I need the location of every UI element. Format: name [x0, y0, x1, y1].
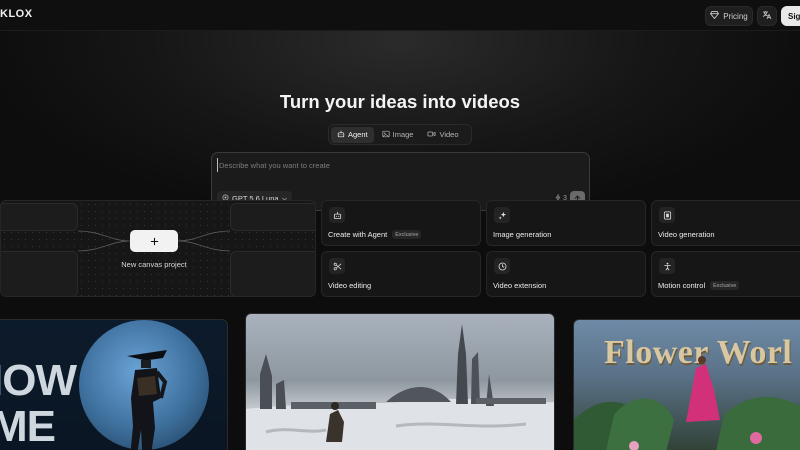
diamond-icon	[710, 11, 720, 21]
action-label: Video generation	[658, 230, 715, 239]
robot-icon	[337, 130, 345, 140]
action-video-generation[interactable]: Video generation	[651, 200, 800, 246]
new-canvas-button[interactable]	[130, 230, 178, 252]
action-title: Image generation	[493, 230, 552, 239]
clock-icon	[494, 258, 510, 274]
action-title: Video editing	[328, 281, 372, 290]
tab-image-label: Image	[392, 130, 414, 139]
action-title: Video extension	[493, 281, 547, 290]
exclusive-badge: Exclusive	[710, 281, 740, 290]
action-label: Video editing	[328, 281, 371, 290]
robot-icon	[329, 207, 345, 223]
pricing-label: Pricing	[723, 11, 748, 21]
page-title: Turn your ideas into videos	[279, 91, 521, 112]
flower-world-image	[574, 356, 800, 450]
action-label: Image generation	[493, 230, 551, 239]
pricing-button[interactable]: Pricing	[705, 6, 753, 26]
video-icon	[427, 130, 436, 140]
mode-tabs: Agent Image Video	[328, 124, 472, 145]
showcase-card[interactable]: Flower Worl	[573, 319, 800, 450]
winter-ruins-image	[246, 324, 554, 450]
action-title: Create with Agent	[328, 230, 388, 239]
sign-in-button[interactable]: Sig	[781, 6, 800, 26]
showcase-card[interactable]: IOWME	[0, 319, 228, 450]
exclusive-badge: Exclusive	[392, 230, 422, 239]
language-button[interactable]	[757, 6, 777, 26]
person-icon	[659, 258, 675, 274]
translate-icon	[762, 7, 772, 25]
tab-agent-label: Agent	[348, 130, 368, 139]
new-canvas-label: New canvas project	[121, 260, 187, 269]
cowboy-figure-image	[127, 350, 168, 450]
top-bar: KLOX Pricing Sig	[0, 0, 800, 31]
hero-section: Turn your ideas into videos Agent Image …	[0, 31, 800, 211]
action-video-editing[interactable]: Video editing	[321, 251, 481, 297]
action-video-extension[interactable]: Video extension	[486, 251, 646, 297]
new-canvas-card[interactable]: New canvas project	[0, 200, 316, 297]
action-label: Motion control Exclusive	[658, 281, 740, 290]
plus-icon	[150, 233, 159, 250]
action-title: Video generation	[658, 230, 715, 239]
tab-image[interactable]: Image	[376, 127, 420, 143]
tab-agent[interactable]: Agent	[331, 126, 374, 143]
film-icon	[659, 207, 675, 223]
showcase-card-featured[interactable]	[245, 313, 555, 450]
logo[interactable]: KLOX	[0, 8, 33, 20]
tab-video[interactable]: Video	[421, 127, 464, 143]
poster-text: IOWME	[0, 356, 77, 450]
prompt-input[interactable]	[217, 158, 577, 172]
action-label: Create with Agent Exclusive	[328, 230, 422, 239]
sparkles-icon	[494, 207, 510, 223]
action-image-generation[interactable]: Image generation	[486, 200, 646, 246]
action-title: Motion control	[658, 281, 706, 290]
action-create-with-agent[interactable]: Create with Agent Exclusive	[321, 200, 481, 246]
action-motion-control[interactable]: Motion control Exclusive	[651, 251, 800, 297]
image-icon	[382, 130, 390, 140]
scissors-icon	[329, 258, 345, 274]
tab-video-label: Video	[439, 130, 459, 139]
action-label: Video extension	[493, 281, 546, 290]
